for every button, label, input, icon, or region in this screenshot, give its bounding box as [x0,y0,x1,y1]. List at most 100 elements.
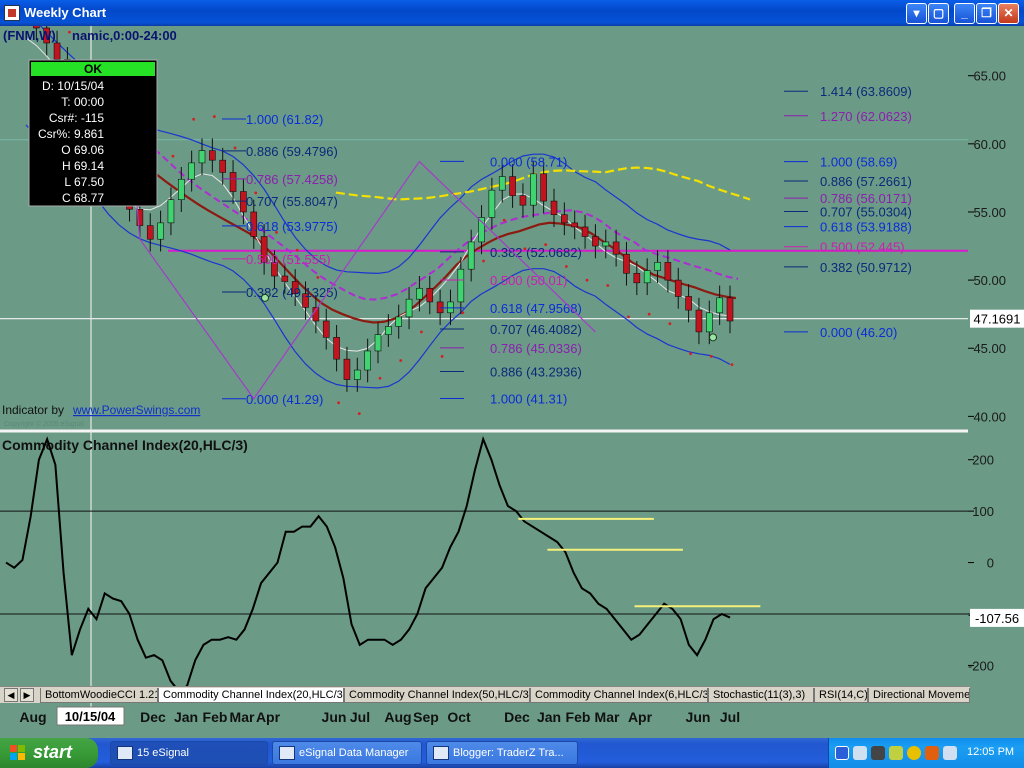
cursor-info-row: H 69.14 [62,159,104,173]
x-month-label: Jul [350,709,370,725]
tab-cci-6[interactable]: Commodity Channel Index(6,HLC/3) [530,688,708,703]
tray-camera-icon[interactable] [871,746,885,760]
tab-rsi[interactable]: RSI(14,C) [814,688,868,703]
x-month-label: Oct [447,709,471,725]
interval-label: namic,0:00-24:00 [72,28,177,43]
sar-dot [647,312,651,316]
fib-level-label: 0.707 (46.4082) [490,322,582,337]
fib-level-label: 0.707 (55.8047) [246,194,338,209]
candle-body [716,297,723,314]
fib-level-label: 0.382 (50.9712) [820,260,912,275]
sar-dot [564,265,568,268]
tray-left-arrow-icon[interactable] [835,746,849,760]
sar-dot [420,330,423,334]
cci-title: Commodity Channel Index(20,HLC/3) [2,437,248,453]
maximize-button[interactable]: ❐ [976,3,997,24]
sar-dot [730,363,734,366]
sar-dot [709,355,713,358]
cci-tick-label: 0 [987,556,994,571]
candle-body [685,296,692,311]
tab-cci-50[interactable]: Commodity Channel Index(50,HLC/3) [344,688,530,703]
fib-level-label: 0.786 (57.4258) [246,172,338,187]
tab-stochastic[interactable]: Stochastic(11(3),3) [708,688,814,703]
restore-icon[interactable]: ▢ [928,3,949,24]
cursor-status-label: OK [84,62,102,76]
sar-dot [171,154,175,158]
candle-body [643,270,651,284]
price-tick-label: 50.00 [973,273,1006,288]
x-month-label: Apr [256,709,281,725]
task-blogger[interactable]: Blogger: TraderZ Tra... [426,741,578,765]
chart-area[interactable]: 65.00 60.00 55.00 50.00 45.00 40.00 1.000 (61.… [0,26,1024,726]
tab-bottom-woodie-cci[interactable]: BottomWoodieCCI 1.21 [40,688,158,703]
candle-body [509,176,516,196]
sar-dot [689,352,692,356]
minimize-button[interactable]: _ [954,3,975,24]
task-label: eSignal Data Manager [299,747,409,759]
candle-body [353,369,361,380]
candle-body [343,358,351,380]
x-month-label: Aug [384,709,411,725]
candle-body [177,178,185,201]
tab-scroll-right-icon[interactable]: ▶ [20,688,34,702]
x-month-label: Apr [628,709,653,725]
browser-icon [433,746,449,760]
help-icon[interactable]: ▾ [906,3,927,24]
x-month-label: Mar [230,709,255,725]
tray-volume-icon[interactable] [943,746,957,760]
tray-smiley-icon[interactable] [907,746,921,760]
candle-body [426,287,434,303]
tray-network-icon[interactable] [853,746,867,760]
candle-body [364,350,371,371]
tray-shield-icon[interactable] [889,746,903,760]
windows-flag-icon [10,745,27,762]
x-month-label: Dec [504,709,530,725]
start-label: start [33,742,73,762]
price-tick-label: 40.00 [973,409,1006,424]
candle-body [385,326,392,335]
candle-body [664,262,672,281]
sar-dot [502,218,506,222]
close-button[interactable]: ✕ [998,3,1019,24]
cursor-info-row: O 69.06 [61,143,104,157]
x-month-label: Jul [720,709,740,725]
cursor-info-row: Csr#: -115 [49,111,104,125]
candle-body [705,312,713,333]
sar-dot [337,401,340,405]
sar-dot [482,259,485,263]
sar-dot [585,278,589,282]
candle-body [188,162,195,180]
tray-app-icon[interactable] [925,746,939,760]
title-bar: Weekly Chart ▾ ▢ _ ❐ ✕ [0,0,1024,26]
candle-body [436,301,444,314]
sar-dot [606,284,610,287]
candle-body [602,241,610,247]
candle-body [633,272,641,284]
x-month-label: Jan [174,709,198,725]
fib-level-label: 0.500 (50.01) [490,273,567,288]
window-icon [279,746,295,760]
task-label: 15 eSignal [137,747,189,759]
tab-directional-movement[interactable]: Directional Moveme [868,688,970,703]
candle-body [219,159,227,173]
sar-dot [378,376,382,380]
tab-scroll-left-icon[interactable]: ◀ [4,688,18,702]
fib-level-label: 0.886 (59.4796) [246,144,338,159]
candle-body [333,337,340,360]
fib-level-label: 1.414 (63.8609) [820,84,912,99]
candle-body [695,309,703,333]
price-tick-label: 65.00 [973,69,1006,84]
fib-level-label: 1.000 (41.31) [490,392,567,407]
fib-level-label: 0.000 (58.71) [490,154,567,169]
candle-body [540,173,547,202]
indicator-link: www.PowerSwings.com [72,403,200,417]
task-esignal[interactable]: 15 eSignal [110,741,268,765]
start-button[interactable]: start [0,738,98,768]
tab-cci-20[interactable]: Commodity Channel Index(20,HLC/3) [158,688,344,703]
fib-level-label: 0.707 (55.0304) [820,205,912,220]
sar-dot [357,412,361,416]
task-data-manager[interactable]: eSignal Data Manager [272,741,422,765]
x-month-label: Jun [686,709,711,725]
fib-level-label: 0.618 (53.9775) [246,219,338,234]
x-year-label: 2006 [535,725,564,726]
